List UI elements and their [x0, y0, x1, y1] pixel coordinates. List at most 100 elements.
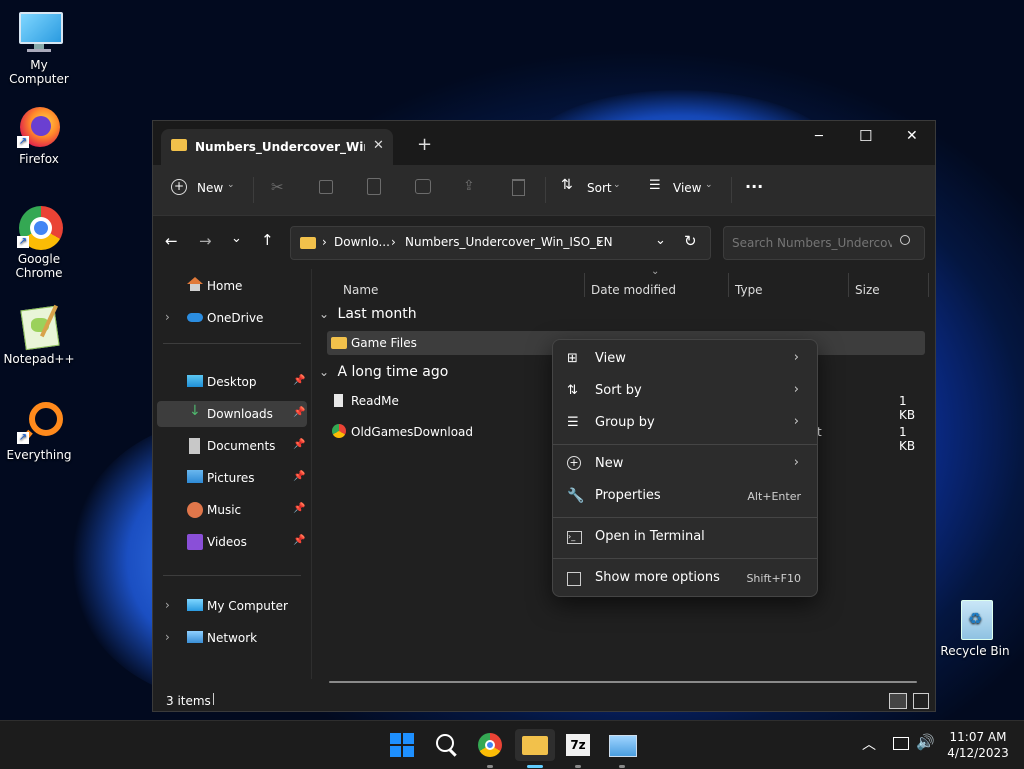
desktop-icon-everything[interactable]: ↗ Everything	[1, 400, 77, 462]
pin-icon[interactable]: 📌	[293, 439, 305, 450]
cut-icon[interactable]: ✂	[271, 178, 284, 196]
menu-item-new[interactable]: + New ›	[557, 449, 813, 479]
expand-chevron-icon[interactable]: ›	[165, 598, 170, 612]
search-box[interactable]	[723, 226, 925, 260]
sort-icon: ⇅	[567, 383, 578, 398]
sidebar-item-onedrive[interactable]: › OneDrive	[157, 305, 307, 331]
sidebar-item-home[interactable]: Home	[157, 273, 307, 299]
group-by-icon: ☰	[567, 415, 579, 430]
chrome-icon-center	[485, 740, 495, 750]
sidebar-item-network[interactable]: › Network	[157, 625, 307, 651]
address-bar[interactable]: › Downlo... › Numbers_Undercover_Win_ISO…	[290, 226, 711, 260]
menu-item-label: Sort by	[595, 383, 642, 398]
menu-item-open-in-terminal[interactable]: ›_ Open in Terminal	[557, 522, 813, 552]
sort-icon: ⇅	[561, 177, 573, 193]
taskbar-chrome[interactable]	[474, 729, 506, 768]
notepad-plus-plus-icon	[17, 304, 61, 351]
pin-icon[interactable]: 📌	[293, 375, 305, 386]
menu-item-properties[interactable]: 🔧 Properties Alt+Enter	[557, 481, 813, 511]
group-header-long-ago[interactable]: ⌄ A long time ago	[319, 364, 448, 380]
submenu-chevron-icon: ›	[793, 382, 799, 397]
share-icon[interactable]: ⇪	[463, 178, 475, 194]
show-hidden-icons-chevron[interactable]: ︿	[862, 734, 876, 754]
forward-arrow-icon[interactable]: →	[199, 232, 212, 250]
title-bar[interactable]: Numbers_Undercover_Win_ISO_EN ✕ + ─ ☐ ✕	[153, 121, 935, 165]
column-header-date-modified[interactable]: Date modified	[591, 283, 676, 297]
pin-icon[interactable]: 📌	[293, 471, 305, 482]
firefox-icon: ↗	[17, 104, 61, 148]
sidebar-item-desktop[interactable]: Desktop 📌	[157, 369, 307, 395]
expand-chevron-icon[interactable]: ›	[165, 630, 170, 644]
tiles-view-icon[interactable]	[913, 693, 929, 709]
network-tray-icon[interactable]	[893, 737, 909, 750]
maximize-button[interactable]: ☐	[859, 127, 872, 145]
column-header-type[interactable]: Type	[735, 283, 763, 297]
collapse-chevron-icon: ⌄	[319, 307, 330, 321]
7zip-icon: 7z	[566, 734, 590, 756]
menu-item-shortcut: Shift+F10	[746, 572, 801, 585]
group-header-last-month[interactable]: ⌄ Last month	[319, 306, 417, 322]
breadcrumb-current-folder[interactable]: Numbers_Undercover_Win_ISO_EN	[405, 235, 613, 249]
group-label: Last month	[337, 306, 417, 322]
copy-icon[interactable]	[319, 180, 333, 194]
new-tab-button[interactable]: +	[417, 134, 432, 155]
recent-locations-chevron-icon[interactable]: ⌄	[231, 231, 242, 246]
tab-current-folder[interactable]: Numbers_Undercover_Win_ISO_EN ✕	[161, 129, 393, 165]
pin-icon[interactable]: 📌	[293, 535, 305, 546]
menu-item-show-more-options[interactable]: Show more options Shift+F10	[557, 563, 813, 593]
close-tab-icon[interactable]: ✕	[373, 138, 384, 153]
submenu-chevron-icon: ›	[793, 414, 799, 429]
close-window-button[interactable]: ✕	[906, 128, 918, 144]
sort-button[interactable]: ⇅ Sort ⌄	[561, 177, 631, 201]
taskbar-file-explorer[interactable]	[515, 729, 555, 768]
start-button[interactable]	[386, 729, 418, 761]
view-icon: ☰	[649, 178, 661, 193]
search-button[interactable]	[430, 729, 462, 761]
search-input[interactable]	[730, 233, 894, 253]
breadcrumb-downloads[interactable]: Downlo...	[334, 235, 390, 249]
more-options-button[interactable]: ···	[745, 177, 763, 196]
taskbar: 7z ︿ 🔊 11:07 AM 4/12/2023	[0, 720, 1024, 769]
sidebar-item-documents[interactable]: Documents 📌	[157, 433, 307, 459]
pin-icon[interactable]: 📌	[293, 503, 305, 514]
pane-splitter[interactable]	[311, 269, 312, 679]
videos-icon	[187, 534, 203, 550]
paste-icon[interactable]	[367, 178, 381, 195]
column-header-name[interactable]: Name	[343, 283, 378, 297]
pin-icon[interactable]: 📌	[293, 407, 305, 418]
menu-item-view[interactable]: ⊞ View ›	[557, 344, 813, 374]
desktop-icon-google-chrome[interactable]: ↗ Google Chrome	[1, 204, 77, 280]
desktop-icon-notepad-plus-plus[interactable]: Notepad++	[1, 304, 77, 366]
column-header-size[interactable]: Size	[855, 283, 880, 297]
sidebar-item-my-computer[interactable]: › My Computer	[157, 593, 307, 619]
taskbar-7zip[interactable]: 7z	[562, 729, 594, 768]
volume-icon[interactable]: 🔊	[916, 733, 935, 751]
menu-item-sort-by[interactable]: ⇅ Sort by ›	[557, 376, 813, 406]
command-bar: + New ⌄ ✂ ⇪ ⇅ Sort ⌄ ☰ View ⌄ ···	[153, 165, 935, 215]
menu-item-group-by[interactable]: ☰ Group by ›	[557, 408, 813, 438]
sidebar-item-pictures[interactable]: Pictures 📌	[157, 465, 307, 491]
details-view-icon[interactable]	[889, 693, 907, 709]
up-arrow-icon[interactable]: ↑	[261, 231, 274, 249]
view-button[interactable]: ☰ View ⌄	[649, 178, 721, 201]
sidebar-item-downloads[interactable]: ↓ Downloads 📌	[157, 401, 307, 427]
delete-icon[interactable]	[512, 179, 525, 196]
desktop-icon-my-computer[interactable]: My Computer	[1, 10, 77, 86]
back-arrow-icon[interactable]: ←	[165, 232, 178, 250]
address-history-chevron-icon[interactable]: ⌄	[655, 233, 666, 248]
minimize-button[interactable]: ─	[815, 129, 823, 144]
refresh-icon[interactable]: ↻	[684, 232, 697, 250]
rename-icon[interactable]	[415, 179, 431, 194]
shortcut-arrow-icon: ↗	[17, 432, 29, 444]
desktop-icon-recycle-bin[interactable]: ♻ Recycle Bin	[937, 596, 1013, 658]
file-explorer-window[interactable]: Numbers_Undercover_Win_ISO_EN ✕ + ─ ☐ ✕ …	[152, 120, 936, 712]
expand-chevron-icon[interactable]: ›	[165, 310, 170, 324]
sidebar-item-videos[interactable]: Videos 📌	[157, 529, 307, 555]
taskbar-resource-monitor[interactable]	[606, 729, 638, 768]
monitor-graph-icon	[609, 735, 637, 757]
terminal-icon: ›_	[567, 531, 582, 544]
desktop-icon-firefox[interactable]: ↗ Firefox	[1, 104, 77, 166]
sidebar-item-music[interactable]: Music 📌	[157, 497, 307, 523]
clock[interactable]: 11:07 AM 4/12/2023	[942, 729, 1014, 761]
new-button[interactable]: + New ⌄	[171, 179, 241, 201]
